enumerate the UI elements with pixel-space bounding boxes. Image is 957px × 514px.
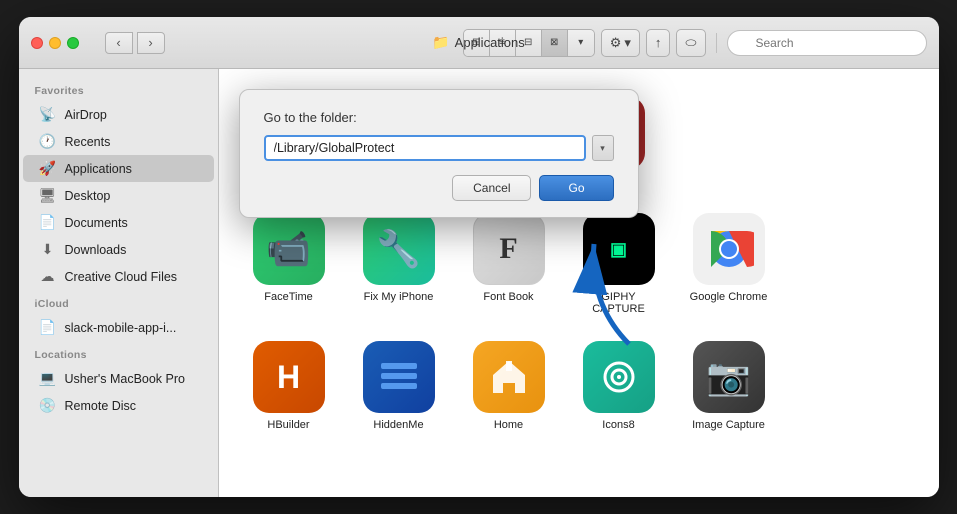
creative-cloud-icon: ☁ [39, 268, 57, 285]
documents-label: Documents [65, 216, 128, 230]
sidebar-item-airdrop[interactable]: 📡 AirDrop [23, 101, 214, 128]
applications-label: Applications [65, 162, 132, 176]
sidebar-item-applications[interactable]: 🚀 Applications [23, 155, 214, 182]
maximize-button[interactable] [67, 37, 79, 49]
back-button[interactable]: ‹ [105, 32, 133, 54]
slack-label: slack-mobile-app-i... [65, 321, 177, 335]
sidebar-item-recents[interactable]: 🕐 Recents [23, 128, 214, 155]
macbook-icon: 💻 [39, 370, 57, 387]
toolbar-separator [716, 33, 717, 53]
tag-button[interactable]: ⬭ [676, 29, 705, 57]
search-wrapper: 🔍 [727, 30, 927, 56]
dropdown-button[interactable]: ▾ [592, 135, 614, 161]
cancel-button[interactable]: Cancel [452, 175, 531, 201]
arrow-annotation [539, 224, 659, 364]
sidebar-item-downloads[interactable]: ⬇ Downloads [23, 236, 214, 263]
remote-disc-icon: 💿 [39, 397, 57, 414]
gallery-view-btn[interactable]: ⊠ [542, 30, 568, 56]
folder-icon: 📁 [432, 34, 449, 51]
sidebar-item-slack[interactable]: 📄 slack-mobile-app-i... [23, 314, 214, 341]
window-title: 📁 Applications [432, 34, 525, 51]
macbook-label: Usher's MacBook Pro [65, 372, 185, 386]
forward-button[interactable]: › [137, 32, 165, 54]
recents-icon: 🕐 [39, 133, 57, 150]
minimize-button[interactable] [49, 37, 61, 49]
share-button[interactable]: ↑ [646, 29, 671, 57]
downloads-icon: ⬇ [39, 241, 57, 258]
creative-cloud-label: Creative Cloud Files [65, 270, 178, 284]
sidebar-item-documents[interactable]: 📄 Documents [23, 209, 214, 236]
applications-icon: 🚀 [39, 160, 57, 177]
folder-path-input[interactable] [264, 135, 586, 161]
documents-icon: 📄 [39, 214, 57, 231]
finder-window: ‹ › 📁 Applications ⊞ ≡ ⊟ ⊠ ▾ ⚙▾ ↑ ⬭ [19, 17, 939, 497]
sidebar-item-remote-disc[interactable]: 💿 Remote Disc [23, 392, 214, 419]
close-button[interactable] [31, 37, 43, 49]
sidebar-item-desktop[interactable]: 🖥 Desktop [23, 182, 214, 209]
dialog-title: Go to the folder: [264, 110, 614, 125]
remote-disc-label: Remote Disc [65, 399, 137, 413]
sidebar-item-creative-cloud[interactable]: ☁ Creative Cloud Files [23, 263, 214, 290]
slack-icon: 📄 [39, 319, 57, 336]
icloud-label: iCloud [19, 290, 218, 314]
share-icon: ↑ [655, 35, 662, 50]
airdrop-label: AirDrop [65, 108, 107, 122]
desktop-label: Desktop [65, 189, 111, 203]
favorites-label: Favorites [19, 77, 218, 101]
view-options-btn[interactable]: ▾ [568, 30, 594, 56]
locations-label: Locations [19, 341, 218, 365]
title-bar: ‹ › 📁 Applications ⊞ ≡ ⊟ ⊠ ▾ ⚙▾ ↑ ⬭ [19, 17, 939, 69]
airdrop-icon: 📡 [39, 106, 57, 123]
action-button[interactable]: ⚙▾ [601, 29, 640, 57]
recents-label: Recents [65, 135, 111, 149]
content-area: Favorites 📡 AirDrop 🕐 Recents 🚀 Applicat… [19, 69, 939, 497]
nav-buttons: ‹ › [105, 32, 165, 54]
sidebar-item-macbook[interactable]: 💻 Usher's MacBook Pro [23, 365, 214, 392]
desktop-icon: 🖥 [39, 187, 57, 204]
dialog-buttons: Cancel Go [264, 175, 614, 201]
sidebar: Favorites 📡 AirDrop 🕐 Recents 🚀 Applicat… [19, 69, 219, 497]
dialog-overlay: Go to the folder: ▾ Cancel Go [219, 69, 939, 497]
goto-folder-dialog: Go to the folder: ▾ Cancel Go [239, 89, 639, 218]
traffic-lights [31, 37, 79, 49]
downloads-label: Downloads [65, 243, 127, 257]
search-input[interactable] [727, 30, 927, 56]
dialog-input-row: ▾ [264, 135, 614, 161]
tag-icon: ⬭ [685, 35, 696, 51]
go-button[interactable]: Go [539, 175, 613, 201]
file-area: 📱 iPhone ⊞ Dashboard Aa Dictionary [219, 69, 939, 497]
action-icon: ⚙ [610, 35, 622, 51]
